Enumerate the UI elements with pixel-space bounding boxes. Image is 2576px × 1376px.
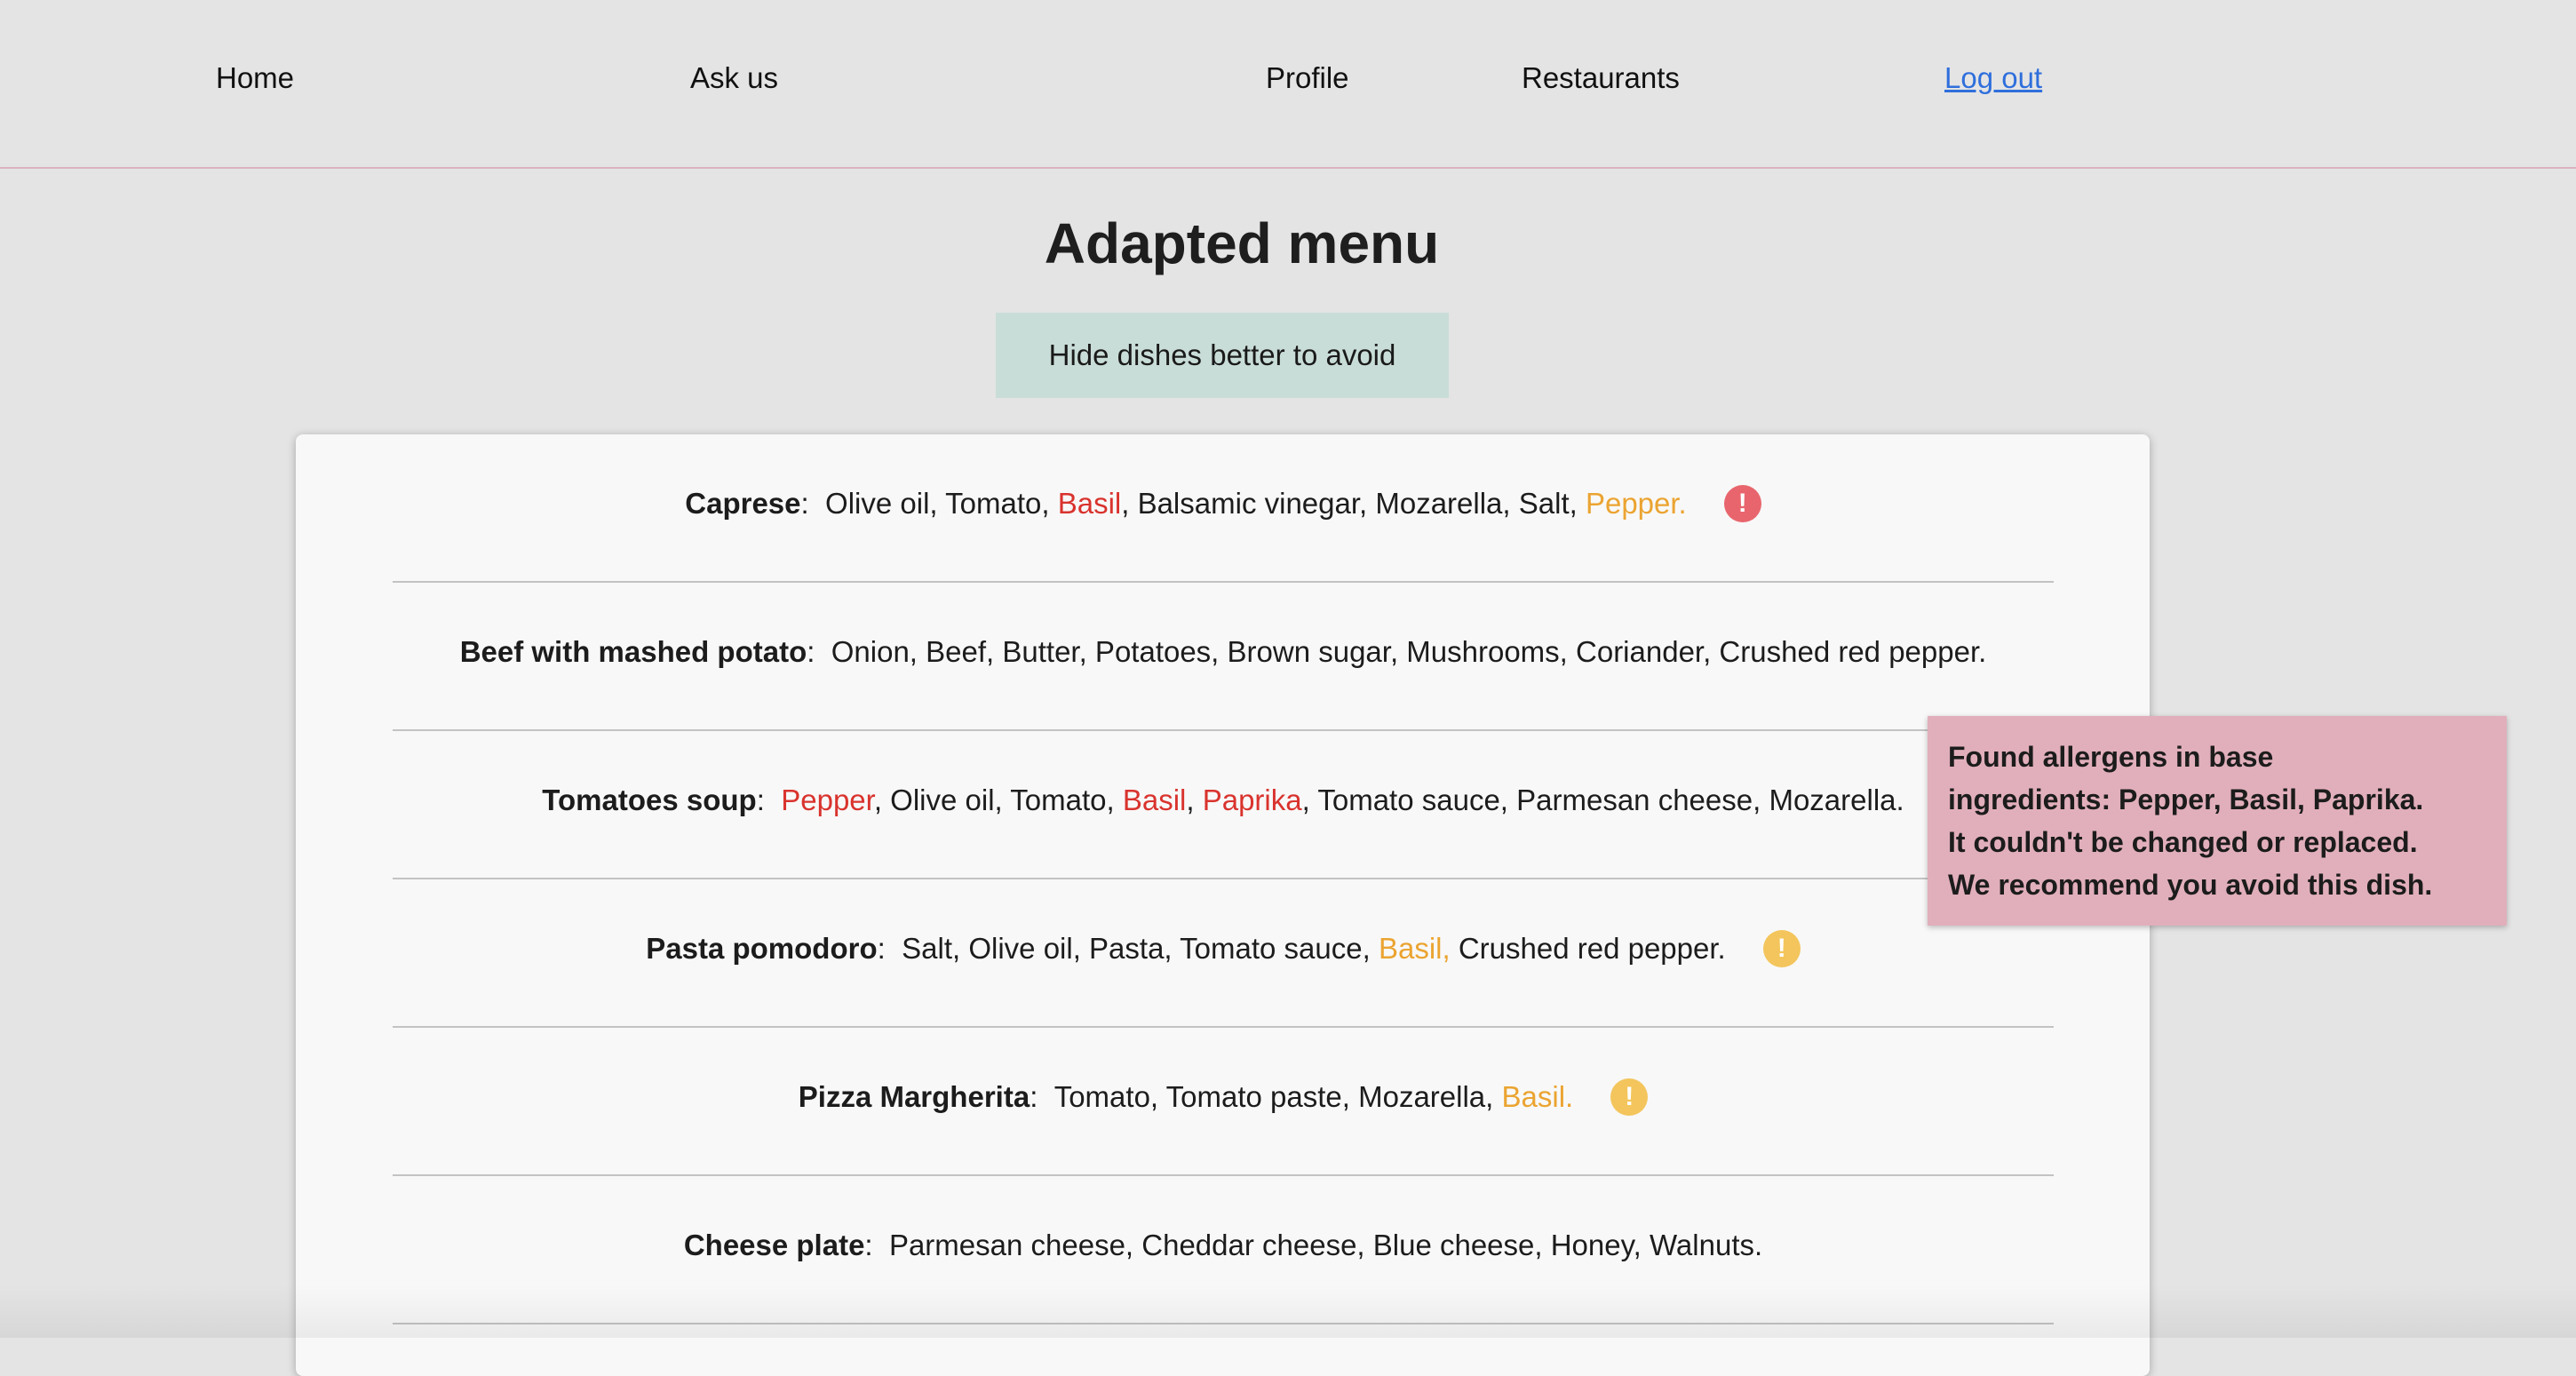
ingredient-text: Onion, Beef, Butter, Potatoes, Brown sug… bbox=[831, 635, 1987, 668]
possible-allergen-ingredient: Basil. bbox=[1501, 1080, 1574, 1113]
dish-row: Tomatoes soup: Pepper, Olive oil, Tomato… bbox=[393, 731, 2054, 879]
tooltip-line: It couldn't be changed or replaced. bbox=[1948, 826, 2418, 858]
dish-name: Beef with mashed potato bbox=[459, 635, 807, 668]
dish-row: Cheese plate: Parmesan cheese, Cheddar c… bbox=[393, 1176, 2054, 1324]
allergen-ingredient: Basil bbox=[1122, 783, 1187, 816]
dish-line: Beef with mashed potato: Onion, Beef, Bu… bbox=[393, 632, 2054, 672]
possible-allergen-ingredient: Basil, bbox=[1378, 932, 1451, 965]
dish-separator: : bbox=[756, 783, 782, 816]
dish-row: Pizza Margherita: Tomato, Tomato paste, … bbox=[393, 1028, 2054, 1176]
dish-name: Caprese bbox=[685, 487, 801, 520]
warning-icon[interactable]: ! bbox=[1610, 1078, 1649, 1117]
dish-row: Beef with mashed potato: Onion, Beef, Bu… bbox=[393, 583, 2054, 731]
dish-line: Pizza Margherita: Tomato, Tomato paste, … bbox=[393, 1078, 2054, 1118]
nav-profile-link[interactable]: Profile bbox=[1266, 59, 1349, 98]
ingredient-text: , Balsamic vinegar, Mozarella, Salt, bbox=[1121, 487, 1586, 520]
possible-allergen-ingredient: Pepper. bbox=[1585, 487, 1687, 520]
nav-logout-link[interactable]: Log out bbox=[1944, 59, 2042, 98]
allergen-ingredient: Basil bbox=[1057, 487, 1122, 520]
tooltip-line: Found allergens in base bbox=[1948, 741, 2274, 773]
menu-card: Caprese: Olive oil, Tomato, Basil, Balsa… bbox=[296, 434, 2150, 1376]
dish-name: Pasta pomodoro bbox=[646, 932, 878, 965]
warning-icon[interactable]: ! bbox=[1723, 485, 1761, 523]
dish-line: Pasta pomodoro: Salt, Olive oil, Pasta, … bbox=[393, 929, 2054, 969]
page-title: Adapted menu bbox=[1044, 211, 1440, 275]
top-nav: Home Ask us Profile Restaurants Log out bbox=[0, 0, 2576, 169]
ingredient-text: Crushed red pepper. bbox=[1450, 932, 1726, 965]
dish-separator: : bbox=[807, 635, 831, 668]
warning-icon[interactable]: ! bbox=[1762, 930, 1801, 968]
ingredient-text: Parmesan cheese, Cheddar cheese, Blue ch… bbox=[888, 1229, 1763, 1261]
nav-restaurants-link[interactable]: Restaurants bbox=[1522, 59, 1680, 98]
dish-separator: : bbox=[877, 932, 902, 965]
hide-dishes-button[interactable]: Hide dishes better to avoid bbox=[996, 313, 1449, 398]
dish-line: Tomatoes soup: Pepper, Olive oil, Tomato… bbox=[393, 781, 2054, 820]
ingredient-text: Salt, Olive oil, Pasta, Tomato sauce, bbox=[902, 932, 1379, 965]
tooltip-line: We recommend you avoid this dish. bbox=[1948, 869, 2433, 901]
dish-separator: : bbox=[800, 487, 826, 520]
dish-name: Cheese plate bbox=[683, 1229, 865, 1261]
nav-home-link[interactable]: Home bbox=[216, 59, 294, 98]
ingredient-text: , Tomato sauce, Parmesan cheese, Mozarel… bbox=[1301, 783, 1904, 816]
ingredient-text: , bbox=[1186, 783, 1203, 816]
dish-row: Pasta pomodoro: Salt, Olive oil, Pasta, … bbox=[393, 879, 2054, 1028]
tooltip-line: ingredients: Pepper, Basil, Paprika. bbox=[1948, 783, 2424, 815]
dish-line: Cheese plate: Parmesan cheese, Cheddar c… bbox=[393, 1226, 2054, 1265]
nav-ask-us-link[interactable]: Ask us bbox=[690, 59, 778, 98]
dish-line: Caprese: Olive oil, Tomato, Basil, Balsa… bbox=[393, 484, 2054, 524]
ingredient-text: Tomato, Tomato paste, Mozarella, bbox=[1053, 1080, 1502, 1113]
tooltip-text: Found allergens in base ingredients: Pepp… bbox=[1948, 736, 2487, 906]
ingredient-text: , Olive oil, Tomato, bbox=[873, 783, 1123, 816]
dish-name: Pizza Margherita bbox=[798, 1080, 1030, 1113]
allergen-tooltip: Found allergens in base ingredients: Pepp… bbox=[1928, 716, 2507, 926]
ingredient-text: Olive oil, Tomato, bbox=[825, 487, 1058, 520]
dish-name: Tomatoes soup bbox=[542, 783, 757, 816]
allergen-ingredient: Paprika bbox=[1202, 783, 1302, 816]
dish-separator: : bbox=[1030, 1080, 1054, 1113]
dish-row: Caprese: Olive oil, Tomato, Basil, Balsa… bbox=[393, 434, 2054, 583]
dish-separator: : bbox=[864, 1229, 889, 1261]
allergen-ingredient: Pepper bbox=[781, 783, 874, 816]
